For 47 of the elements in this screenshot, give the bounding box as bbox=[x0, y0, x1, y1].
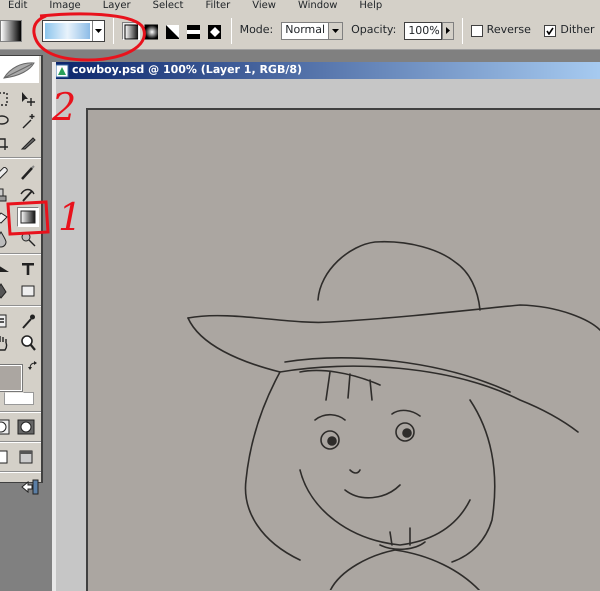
gradient-icon bbox=[19, 208, 37, 226]
annotation-number: 1 bbox=[58, 198, 82, 236]
quick-mask-button[interactable] bbox=[14, 417, 37, 437]
caret-icon bbox=[332, 28, 340, 32]
opacity-field[interactable]: 100% bbox=[404, 22, 442, 40]
swap-colors-icon[interactable] bbox=[28, 361, 38, 371]
history-icon bbox=[19, 186, 37, 204]
opacity-label: Opacity: bbox=[351, 22, 396, 38]
checkbox-label: Dither bbox=[560, 22, 594, 38]
mode-dropdown[interactable]: Normal bbox=[281, 22, 344, 40]
jump-to-app-button[interactable] bbox=[19, 477, 41, 497]
document-title-bar[interactable]: cowboy.psd @ 100% (Layer 1, RGB/8) bbox=[56, 62, 600, 79]
linear-gradient-button[interactable] bbox=[122, 22, 140, 40]
document-title: cowboy.psd @ 100% (Layer 1, RGB/8) bbox=[72, 62, 302, 78]
reflected-gradient-icon bbox=[186, 24, 200, 40]
radial-gradient-icon bbox=[144, 24, 158, 40]
menu-item[interactable]: Image bbox=[49, 0, 81, 12]
menu-item[interactable]: Layer bbox=[102, 0, 131, 12]
menu-item[interactable]: Window bbox=[298, 0, 338, 12]
linear-gradient-icon bbox=[124, 24, 138, 40]
menu-item[interactable]: Filter bbox=[205, 0, 230, 12]
checkbox-label: Reverse bbox=[486, 22, 531, 38]
checkbox[interactable] bbox=[470, 24, 483, 36]
mode-label: Mode: bbox=[240, 22, 274, 38]
opacity-slider-button[interactable] bbox=[442, 22, 454, 40]
document-icon bbox=[56, 64, 69, 78]
caret-icon bbox=[94, 28, 102, 32]
type-icon bbox=[19, 260, 37, 278]
menu-item[interactable]: View bbox=[252, 0, 276, 12]
background-color-swatch[interactable] bbox=[4, 392, 34, 405]
diamond-gradient-icon bbox=[206, 24, 221, 40]
caret-icon bbox=[446, 27, 450, 34]
menu-item[interactable]: Select bbox=[152, 0, 184, 12]
angle-gradient-icon bbox=[165, 24, 180, 40]
brush-icon bbox=[19, 164, 37, 182]
menu-item[interactable]: Help bbox=[359, 0, 382, 12]
checkbox[interactable] bbox=[544, 24, 556, 36]
feather-logo-icon bbox=[2, 60, 36, 80]
gradient-tool-button[interactable] bbox=[17, 207, 39, 227]
move-icon bbox=[19, 90, 37, 108]
tool-preset-button[interactable] bbox=[0, 20, 22, 42]
menu-item[interactable]: Edit bbox=[8, 0, 28, 12]
gradient-picker[interactable] bbox=[42, 20, 105, 42]
zoom-icon bbox=[19, 334, 37, 352]
radial-gradient-button[interactable] bbox=[142, 22, 160, 40]
annotation-number: 2 bbox=[52, 88, 76, 126]
foreground-color-swatch[interactable] bbox=[0, 365, 22, 391]
